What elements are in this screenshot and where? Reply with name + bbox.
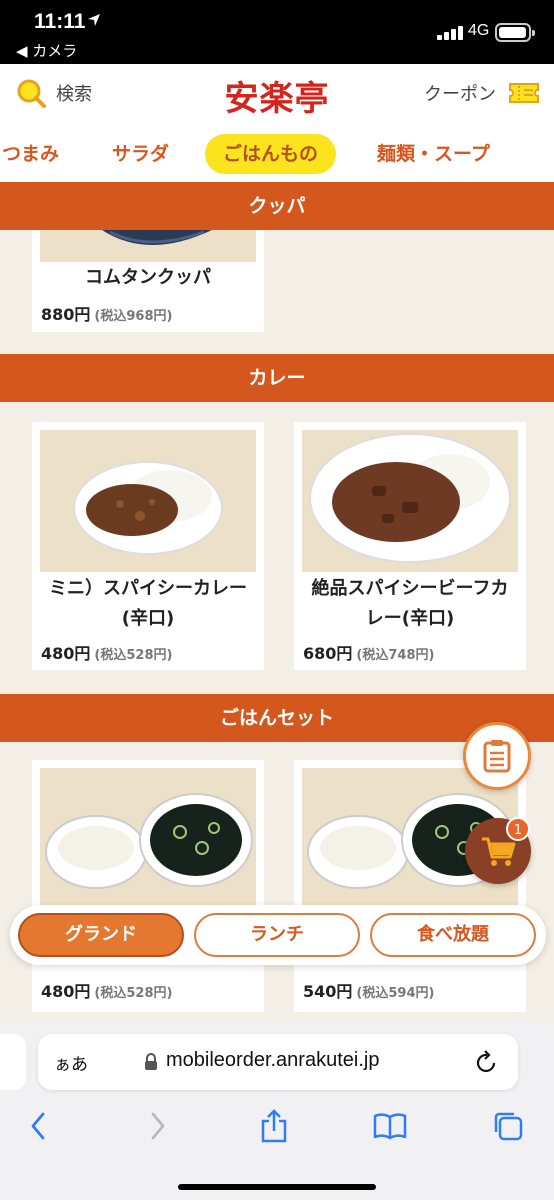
home-indicator (178, 1184, 376, 1190)
anrakutei-logo[interactable]: 安楽亭 (212, 72, 342, 119)
item-name: コムタンクッパ (85, 267, 211, 288)
reload-icon[interactable] (476, 1050, 498, 1074)
chevron-right-icon (151, 1112, 165, 1140)
menu-mode-tabs: グランド ランチ 食べ放題 (10, 905, 546, 965)
app-header: 検索 安楽亭 クーポン (0, 64, 554, 126)
mode-tab-lunch[interactable]: ランチ (194, 913, 360, 957)
price-value: 480円 (41, 644, 91, 663)
menu-card-komtan-kuppa[interactable]: コムタンクッパ 880円 (税込968円) (32, 230, 264, 332)
forward-button[interactable] (136, 1108, 180, 1144)
status-bar: 11:11 ◀ カメラ 4G (0, 0, 554, 64)
tax-included-price: (税込528円) (94, 648, 173, 663)
clipboard-icon (483, 740, 511, 773)
lock-icon (145, 1053, 157, 1070)
menu-card-rice-set-2[interactable]: 540円 (税込594円) (294, 760, 526, 1012)
section-header-kuppa: クッパ (0, 182, 554, 230)
share-icon (261, 1109, 287, 1143)
beef-curry-illustration (302, 430, 518, 572)
address-bar[interactable]: ぁあ mobileorder.anrakutei.jp (38, 1034, 518, 1090)
chevron-left-icon (31, 1112, 45, 1140)
status-time: 11:11 (34, 10, 86, 33)
back-to-camera-link[interactable]: ◀ カメラ (16, 40, 77, 61)
food-image (302, 430, 518, 572)
cart-count-badge: 1 (506, 817, 530, 841)
url-text: mobileorder.anrakutei.jp (166, 1049, 380, 1071)
bookmarks-button[interactable] (368, 1108, 412, 1144)
mode-tab-all-you-can-eat[interactable]: 食べ放題 (370, 913, 536, 957)
reader-settings-button[interactable]: ぁあ (54, 1050, 88, 1075)
logo-text: 安楽亭 (224, 78, 330, 119)
mini-curry-illustration (40, 430, 256, 572)
menu-card-mini-spicy-curry[interactable]: ミニ）スパイシーカレー (辛口) 480円 (税込528円) (32, 422, 264, 670)
price-value: 680円 (303, 644, 353, 663)
tax-included-price: (税込594円) (356, 986, 435, 1001)
tax-included-price: (税込968円) (94, 309, 173, 324)
tax-included-price: (税込528円) (94, 986, 173, 1001)
cart-icon (482, 837, 516, 866)
tabs-icon (494, 1112, 523, 1141)
food-image (40, 430, 256, 572)
battery-icon (495, 23, 535, 42)
price-value: 540円 (303, 982, 353, 1001)
item-name-line1: ミニ）スパイシーカレー (49, 578, 247, 599)
mode-tab-grand[interactable]: グランド (18, 913, 184, 957)
item-name-line2: (辛口) (121, 608, 175, 629)
share-button[interactable] (252, 1108, 296, 1144)
food-image (40, 768, 256, 910)
network-type: 4G (468, 22, 490, 39)
category-tab-gohanmono[interactable]: ごはんもの (205, 134, 337, 174)
item-price: 480円 (税込528円) (41, 640, 172, 664)
search-icon (17, 79, 46, 108)
coupon-label: クーポン (424, 84, 496, 105)
browser-address-area: ぁあ mobileorder.anrakutei.jp (0, 1022, 554, 1098)
category-tab-tsumami[interactable]: つまみ (2, 134, 59, 174)
menu-card-spicy-beef-curry[interactable]: 絶品スパイシービーフカ レー(辛口) 680円 (税込748円) (294, 422, 526, 670)
ticket-icon (509, 83, 539, 103)
item-price: 880円 (税込968円) (41, 301, 172, 325)
item-price: 540円 (税込594円) (303, 978, 434, 1002)
menu-card-rice-set-1[interactable]: 480円 (税込528円) (32, 760, 264, 1012)
back-button[interactable] (16, 1108, 60, 1144)
category-tab-salad[interactable]: サラダ (112, 134, 169, 174)
previous-tab-preview[interactable] (0, 1034, 26, 1090)
price-value: 880円 (41, 305, 91, 324)
coupon-button[interactable]: クーポン (424, 80, 540, 106)
tax-included-price: (税込748円) (356, 648, 435, 663)
item-price: 680円 (税込748円) (303, 640, 434, 664)
rice-soup-set-illustration (40, 768, 256, 910)
search-button[interactable]: 検索 (16, 78, 92, 108)
order-history-button[interactable] (463, 722, 531, 790)
location-arrow-icon (88, 14, 100, 26)
section-header-curry: カレー (0, 354, 554, 402)
tabs-button[interactable] (486, 1108, 530, 1144)
search-label: 検索 (56, 84, 92, 105)
item-name-line2: レー(辛口) (365, 608, 455, 629)
price-value: 480円 (41, 982, 91, 1001)
book-icon (373, 1113, 407, 1140)
item-name-line1: 絶品スパイシービーフカ (311, 578, 509, 599)
category-tab-noodles-soup[interactable]: 麺類・スープ (377, 134, 490, 174)
item-price: 480円 (税込528円) (41, 978, 172, 1002)
category-tabs: つまみ サラダ ごはんもの 麺類・スープ (0, 126, 554, 182)
signal-icon (437, 26, 465, 40)
food-image (40, 230, 256, 262)
kuppa-bowl-illustration (40, 230, 256, 262)
